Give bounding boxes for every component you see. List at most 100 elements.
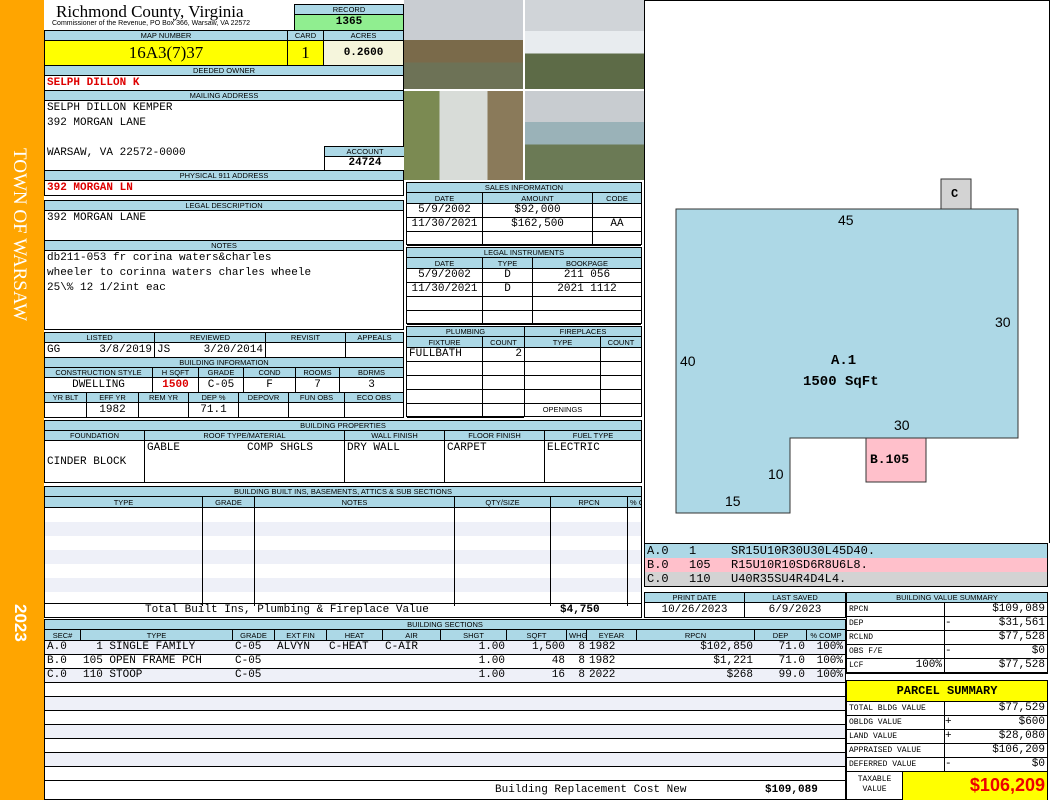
info-value: 3 [368,379,375,391]
taxable-label: TAXABLE VALUE [847,772,903,800]
photo-shed[interactable] [404,0,523,89]
table-cell [407,390,483,403]
table-row [45,550,641,564]
photo-house-side[interactable] [404,91,523,180]
section-cell: ALVYN [277,641,311,653]
record-box: RECORD 1365 [294,4,404,31]
table-cell [45,550,203,564]
table-cell [407,362,483,375]
builtins-total-label: Total Built Ins, Plumbing & Fireplace Va… [145,604,429,616]
building-info-label: BUILDING INFORMATION [45,358,403,368]
review-row: LISTED GG 3/8/2019 REVIEWED JS 3/20/2014 REV… [44,332,404,358]
section-cell: 1.00 [478,669,505,681]
table-cell: 5/9/2002 [407,269,483,282]
tax-year: 2023 [11,604,30,642]
town-sidebar: TOWN OF WARSAW 2023 [0,0,44,800]
plumbing: PLUMBING FIXTURE COUNT FULLBATH 2 [406,326,525,418]
section-cell: 1 SINGLE FAMILY [83,641,196,653]
column-header: EXT FIN [275,630,327,640]
cell: H SQFT 1500 [153,368,199,392]
table-row [407,311,641,325]
summary-value: $77,529 [998,702,1045,714]
table-cell [628,564,641,578]
table-cell [255,578,455,592]
reviewed-label: REVIEWED [155,333,265,343]
legal-description: LEGAL DESCRIPTION 392 MORGAN LANE [44,200,404,241]
table-cell [628,550,641,564]
summary-operator: - [945,617,952,629]
table-row [45,753,845,767]
section-cell: 100% [816,655,843,667]
summary-row: RCLND $77,528 [847,631,1047,645]
column-header: CODE [593,193,641,203]
column-header: COUNT [601,337,641,347]
info-header: DEPOVR [239,393,288,403]
table-cell [533,297,641,310]
summary-key: APPRAISED VALUE [847,744,945,757]
section-cell: 105 OPEN FRAME PCH [83,655,202,667]
builtins-total: $4,750 [560,604,600,616]
table-row [45,508,641,522]
column-header: HEAT [327,630,383,640]
info-header: YR BLT [45,393,86,403]
table-header: DATE TYPE BOOKPAGE [407,258,641,269]
summary-key: DEP [847,617,945,630]
section-cell: 8 [578,655,585,667]
info-header: EFF YR [87,393,138,403]
foundation-label: FOUNDATION [45,431,144,441]
table-cell [483,297,533,310]
table-row [45,536,641,550]
photo-house-street[interactable] [525,91,644,180]
column-header: AMOUNT [483,193,593,203]
table-cell [601,362,641,375]
legend-row[interactable]: A.0 1 SR15U10R30U30L45D40. [645,544,1047,558]
map-number: 16A3(7)37 [45,41,287,65]
legend-section: C.0 [647,572,669,586]
table-cell [45,578,203,592]
summary-row: APPRAISED VALUE $106,209 [847,744,1047,758]
table-row [407,297,641,311]
table-cell [525,390,601,403]
dim-inner: 30 [894,417,910,433]
summary-key: RPCN [847,603,945,616]
section-cell [275,655,327,668]
table-cell: 2 [515,348,522,360]
notes-label: NOTES [45,241,403,251]
summary-operator: - [945,758,952,770]
table-row: 5/9/2002 D 211 056 [407,269,641,283]
legend-row[interactable]: B.0 105 R15U10R10SD6R8U6L8. [645,558,1047,572]
account-label: ACCOUNT [325,147,405,157]
column-header: RPCN [637,630,755,640]
table-cell [203,508,255,522]
cell: DEP % 71.1 [189,393,239,417]
table-cell [407,311,483,324]
roof-label: ROOF TYPE/MATERIAL [145,431,344,441]
table-cell [628,578,641,592]
column-header: SEC# [45,630,81,640]
info-value: 1500 [162,379,189,391]
column-header: SQFT [507,630,567,640]
sketch-legend: A.0 1 SR15U10R30U30L45D40. B.0 105 R15U10R10S… [644,543,1048,587]
info-value: DWELLING [72,379,125,391]
cell: FUN OBS [289,393,345,417]
table-row: A.0 1 SINGLE FAMILY C-05 ALVYN C-HEAT C-AIR 1… [45,641,845,655]
roof-type: GABLE [147,442,181,454]
building-information: BUILDING INFORMATION CONSTRUCTION STYLE D… [44,357,404,418]
column-header: NOTES [255,497,455,507]
summary-row: DEP - $31,561 [847,617,1047,631]
legend-code: 1 [689,544,697,558]
listed-label: LISTED [45,333,154,343]
section-cell: 1.00 [478,641,505,653]
cell: EFF YR 1982 [87,393,139,417]
legend-row[interactable]: C.0 110 U40R35SU4R4D4L4. [645,572,1047,586]
table-row [45,578,641,592]
table-cell: 5/9/2002 [407,204,483,217]
property-photos [404,0,644,180]
owner-label: DEEDED OWNER [45,66,403,76]
photo-house-front[interactable] [525,0,644,89]
summary-operator: - [945,645,952,657]
cell: DEPOVR [239,393,289,417]
legend-path: SR15U10R30U30L45D40. [731,544,876,558]
summary-operator [945,659,959,672]
section-cell: B.0 [47,655,67,667]
